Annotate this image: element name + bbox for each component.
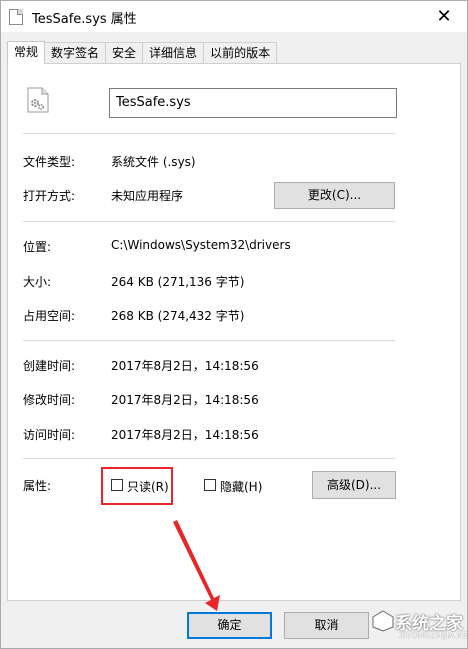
- file-type-label: 文件类型:: [23, 155, 76, 169]
- file-icon: [9, 9, 23, 25]
- divider: [23, 340, 395, 341]
- attributes-label: 属性:: [23, 479, 52, 493]
- divider: [23, 133, 395, 134]
- size-on-disk-label: 占用空间:: [23, 309, 76, 323]
- modified-label: 修改时间:: [23, 393, 76, 407]
- general-panel: [7, 63, 461, 601]
- hidden-label[interactable]: 隐藏(H): [220, 478, 262, 495]
- hidden-checkbox[interactable]: [204, 479, 216, 491]
- close-icon: ✕: [436, 6, 452, 27]
- location-value: C:\Windows\System32\drivers: [111, 238, 291, 252]
- size-label: 大小:: [23, 275, 52, 289]
- divider: [23, 458, 395, 459]
- location-label: 位置:: [23, 240, 52, 254]
- watermark-url: XITONGZHIJIA.NET: [399, 631, 468, 640]
- tab-security[interactable]: 安全: [105, 42, 144, 63]
- file-type-value: 系统文件 (.sys): [111, 155, 196, 169]
- tab-details[interactable]: 详细信息: [142, 42, 205, 63]
- modified-value: 2017年8月2日，14:18:56: [111, 393, 259, 407]
- open-with-value: 未知应用程序: [111, 189, 184, 203]
- properties-window: TesSafe.sys 属性 ✕ 常规 数字签名 安全 详细信息 以前的版本 T…: [0, 0, 468, 649]
- open-with-label: 打开方式:: [23, 189, 76, 203]
- accessed-value: 2017年8月2日，14:18:56: [111, 428, 259, 442]
- highlight-box: [101, 467, 173, 505]
- change-button[interactable]: 更改(C)...: [274, 182, 395, 209]
- tab-general[interactable]: 常规: [7, 41, 46, 64]
- tab-strip: 常规 数字签名 安全 详细信息 以前的版本: [7, 41, 278, 64]
- created-label: 创建时间:: [23, 359, 76, 373]
- divider: [23, 221, 395, 222]
- tab-digital-signatures[interactable]: 数字签名: [44, 42, 107, 63]
- ok-button[interactable]: 确定: [187, 612, 272, 639]
- file-name-input[interactable]: TesSafe.sys: [109, 88, 397, 118]
- watermark-logo-icon: [372, 610, 394, 632]
- cancel-button[interactable]: 取消: [284, 612, 369, 639]
- close-button[interactable]: ✕: [421, 1, 467, 32]
- accessed-label: 访问时间:: [23, 428, 76, 442]
- size-value: 264 KB (271,136 字节): [111, 275, 245, 289]
- created-value: 2017年8月2日，14:18:56: [111, 359, 259, 373]
- advanced-button[interactable]: 高级(D)...: [312, 471, 396, 499]
- size-on-disk-value: 268 KB (274,432 字节): [111, 309, 245, 323]
- window-title: TesSafe.sys 属性: [32, 12, 137, 27]
- title-bar[interactable]: TesSafe.sys 属性 ✕: [1, 1, 467, 32]
- file-gear-icon: [27, 87, 49, 113]
- tab-previous-versions[interactable]: 以前的版本: [203, 42, 278, 63]
- watermark: 系统之家 XITONGZHIJIA.NET: [369, 605, 468, 647]
